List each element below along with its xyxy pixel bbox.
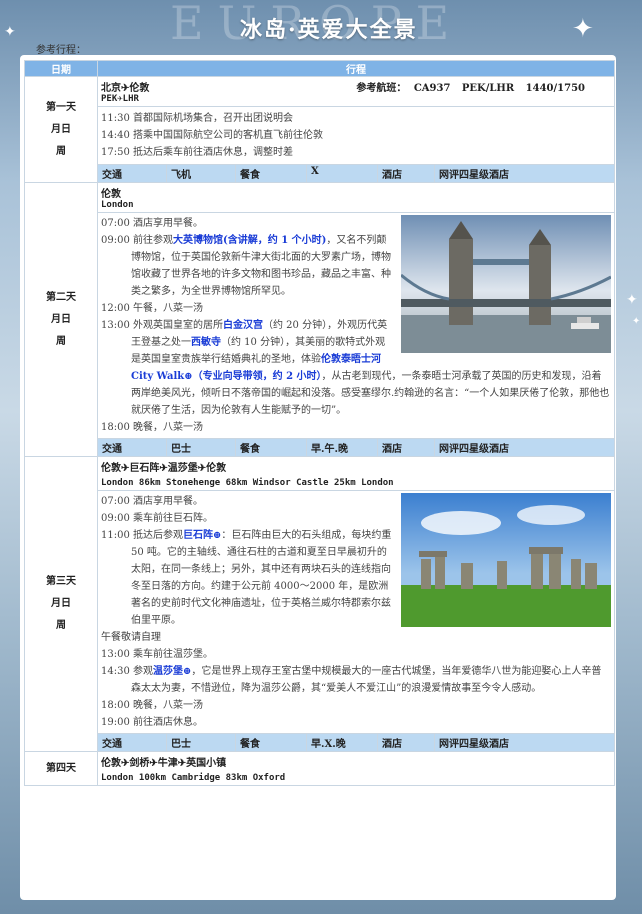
attraction-highlight: 西敏寺 bbox=[191, 337, 221, 348]
hotel-label: 酒店 bbox=[377, 438, 435, 457]
day-route-row: 第四天 伦敦✈剑桥✈牛津✈英国小镇 London 100km Cambridge… bbox=[24, 751, 615, 786]
hotel-value: 网评四星级酒店 bbox=[434, 164, 615, 183]
page-title: 冰岛·英爱大全景 bbox=[240, 17, 418, 43]
week-label: 周 bbox=[56, 335, 66, 347]
transport-label: 交通 bbox=[97, 733, 167, 752]
sparkle-icon: ✦ bbox=[572, 14, 594, 44]
flight-time: 1440/1750 bbox=[525, 83, 585, 94]
route-cell: 伦敦✈巨石阵✈温莎堡✈伦敦 London 86km Stonehenge 68k… bbox=[97, 456, 615, 491]
attraction-highlight: 巨石阵⊕ bbox=[183, 530, 222, 541]
day-info-bar: 交通 巴士 餐食 早.午.晚 酒店 网评四星级酒店 bbox=[25, 438, 615, 457]
week-label: 周 bbox=[56, 620, 66, 631]
route-cell: 伦敦✈剑桥✈牛津✈英国小镇 London 100km Cambridge 83k… bbox=[97, 751, 615, 786]
column-header-day: 日期 bbox=[24, 60, 98, 77]
day-cell: 第三天 月日 周 bbox=[24, 456, 98, 752]
itinerary-item: 14:30 参观温莎堡⊕，它是世界上现存王室古堡中规模最大的一座古代城堡，当年爱… bbox=[101, 663, 611, 697]
day-label: 第三天 bbox=[46, 576, 76, 587]
flight-label: 参考航班： bbox=[356, 83, 407, 94]
sparkle-icon: ✦ bbox=[4, 24, 16, 40]
transport-value: 巴士 bbox=[166, 733, 236, 752]
item-text: ：巨石阵由巨大的石头组成，每块约重 50 吨。它的主轴线、通往石柱的古道和夏至日… bbox=[131, 530, 392, 626]
route-cell: 伦敦 London bbox=[97, 182, 615, 213]
itinerary-item: 午餐敬请自理 bbox=[101, 632, 161, 643]
itinerary-table: 日期 行程 第一天 月日 周 北京✈伦敦 参考航班： CA937 PEK/LHR… bbox=[24, 60, 615, 786]
transport-label: 交通 bbox=[97, 438, 167, 457]
items-cell: 11:30 首都国际机场集合，召开出团说明会 14:40 搭乘中国国际航空公司的… bbox=[97, 106, 615, 165]
day-route-row: 第三天 月日 周 伦敦✈巨石阵✈温莎堡✈伦敦 London 86km Stone… bbox=[24, 456, 615, 752]
hotel-value: 网评四星级酒店 bbox=[434, 438, 615, 457]
item-text: 09:00 前往参观 bbox=[101, 235, 173, 246]
month-label: 月日 bbox=[51, 313, 71, 325]
itinerary-item: 11:30 首都国际机场集合，召开出团说明会 bbox=[101, 113, 293, 124]
attraction-highlight: 大英博物馆(含讲解，约 1 个小时) bbox=[173, 235, 327, 246]
itinerary-item: 18:00 晚餐，八菜一汤 bbox=[101, 700, 203, 711]
day-label: 第一天 bbox=[46, 101, 76, 113]
hotel-label: 酒店 bbox=[377, 733, 435, 752]
day-info-bar: 交通 巴士 餐食 早.X.晚 酒店 网评四星级酒店 bbox=[25, 733, 615, 752]
meal-label: 餐食 bbox=[235, 733, 307, 752]
day-label: 第二天 bbox=[46, 291, 76, 303]
flight-info: 参考航班： CA937 PEK/LHR 1440/1750 bbox=[356, 79, 585, 94]
route-title: 伦敦 bbox=[101, 189, 121, 200]
tower-bridge-photo bbox=[400, 215, 612, 353]
flight-route: PEK/LHR bbox=[461, 83, 515, 94]
route-english: PEK✈LHR bbox=[101, 94, 139, 104]
week-label: 周 bbox=[56, 145, 66, 157]
item-text: 14:30 参观 bbox=[101, 666, 153, 677]
day-cell: 第四天 bbox=[24, 751, 98, 786]
day-cell: 第二天 月日 周 bbox=[24, 182, 98, 457]
sparkle-icon: ✦ bbox=[626, 292, 638, 308]
items-cell: 07:00 酒店享用早餐。 09:00 乘车前往巨石阵。 11:00 抵达后参观… bbox=[97, 490, 615, 734]
items-cell: 07:00 酒店享用早餐。 09:00 前往参观大英博物馆(含讲解，约 1 个小… bbox=[97, 212, 615, 439]
sparkle-icon: ✦ bbox=[632, 316, 641, 327]
route-english: London 100km Cambridge 83km Oxford bbox=[101, 773, 286, 783]
attraction-highlight: 白金汉宫 bbox=[223, 320, 263, 331]
day-route-row: 第一天 月日 周 北京✈伦敦 参考航班： CA937 PEK/LHR 1440/… bbox=[24, 76, 615, 183]
route-title: 伦敦✈巨石阵✈温莎堡✈伦敦 bbox=[101, 463, 227, 474]
route-cell: 北京✈伦敦 参考航班： CA937 PEK/LHR 1440/1750 PEK✈… bbox=[97, 76, 615, 107]
meal-value: X bbox=[306, 164, 378, 183]
stonehenge-photo bbox=[401, 493, 611, 627]
month-label: 月日 bbox=[51, 123, 71, 135]
day-info-bar: 交通 飞机 餐食 X 酒店 网评四星级酒店 bbox=[25, 164, 615, 183]
day-items-row: 07:00 酒店享用早餐。 09:00 前往参观大英博物馆(含讲解，约 1 个小… bbox=[25, 212, 615, 439]
route-title: 北京✈伦敦 bbox=[101, 83, 150, 94]
itinerary-item: 18:00 晚餐，八菜一汤 bbox=[101, 422, 203, 433]
transport-label: 交通 bbox=[97, 164, 167, 183]
meal-label: 餐食 bbox=[235, 164, 307, 183]
item-text: ，它是世界上现存王室古堡中规模最大的一座古代城堡，当年爱德华八世为能迎娶心上人辛… bbox=[131, 666, 602, 694]
hotel-label: 酒店 bbox=[377, 164, 435, 183]
route-english: London 86km Stonehenge 68km Windsor Cast… bbox=[101, 478, 394, 488]
itinerary-reference-label: 参考行程： bbox=[36, 45, 86, 56]
tower-bridge-illustration bbox=[400, 215, 612, 353]
itinerary-item: 13:00 乘车前往温莎堡。 bbox=[101, 649, 213, 660]
route-title: 伦敦✈剑桥✈牛津✈英国小镇 bbox=[101, 758, 227, 769]
item-text: 13:00 外观英国皇室的居所 bbox=[101, 320, 223, 331]
table-header-row: 日期 行程 bbox=[24, 60, 615, 77]
attraction-highlight: 温莎堡⊕ bbox=[153, 666, 192, 677]
page-header: EUROPE 冰岛·英爱大全景 ✦ ✦ ✦ ✦ bbox=[0, 0, 642, 327]
meal-label: 餐食 bbox=[235, 438, 307, 457]
item-text: 11:00 抵达后参观 bbox=[101, 530, 183, 541]
transport-value: 飞机 bbox=[166, 164, 236, 183]
stonehenge-illustration bbox=[401, 493, 611, 627]
month-label: 月日 bbox=[51, 598, 71, 609]
transport-value: 巴士 bbox=[166, 438, 236, 457]
meal-value: 早.X.晚 bbox=[306, 733, 378, 752]
day-cell: 第一天 月日 周 bbox=[24, 76, 98, 183]
day-route-row: 第二天 月日 周 伦敦 London bbox=[24, 182, 615, 457]
day-items-row: 07:00 酒店享用早餐。 09:00 乘车前往巨石阵。 11:00 抵达后参观… bbox=[25, 490, 615, 734]
day-items-row: 11:30 首都国际机场集合，召开出团说明会 14:40 搭乘中国国际航空公司的… bbox=[25, 106, 615, 165]
itinerary-item: 14:40 搭乘中国国际航空公司的客机直飞前往伦敦 bbox=[101, 130, 323, 141]
meal-value: 早.午.晚 bbox=[306, 438, 378, 457]
column-header-route: 行程 bbox=[97, 60, 615, 77]
day-label: 第四天 bbox=[46, 762, 76, 774]
hotel-value: 网评四星级酒店 bbox=[434, 733, 615, 752]
route-english: London bbox=[101, 200, 134, 210]
flight-number: CA937 bbox=[413, 83, 451, 94]
itinerary-item: 17:50 抵达后乘车前往酒店休息，调整时差 bbox=[101, 147, 293, 158]
itinerary-item: 19:00 前往酒店休息。 bbox=[101, 717, 203, 728]
